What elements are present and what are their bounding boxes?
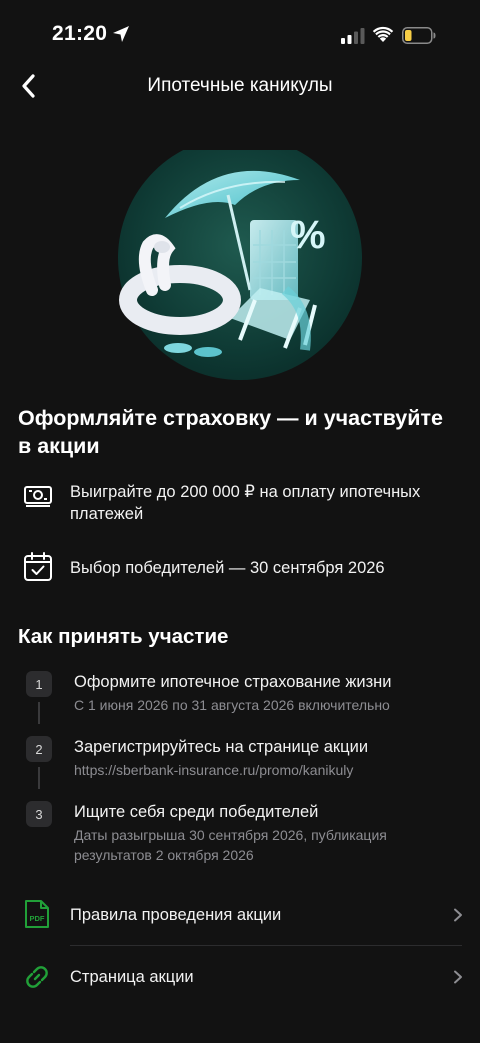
promo-headline: Оформляйте страховку — и участвуйте в ак… <box>18 406 443 458</box>
calendar-check-icon <box>24 552 52 581</box>
battery-icon <box>402 27 436 44</box>
step-title-2: Зарегистрируйтесь на странице акции <box>74 738 369 756</box>
promo-page-link-row[interactable]: Страница акции <box>0 946 480 1008</box>
location-arrow-icon <box>113 26 129 42</box>
chevron-right-icon <box>454 908 462 922</box>
link-icon <box>26 966 48 988</box>
chevron-right-icon <box>454 970 462 984</box>
step-subtitle-1: С 1 июня 2026 по 31 августа 2026 включит… <box>74 697 390 713</box>
step-number-3: 3 <box>26 801 52 827</box>
rules-link-row[interactable]: PDF Правила проведения акции <box>0 884 480 946</box>
wifi-icon <box>372 26 394 42</box>
pdf-icon-text: PDF <box>30 914 45 923</box>
hero-illustration: % <box>118 150 362 380</box>
pdf-icon: PDF <box>25 900 49 928</box>
step-title-1: Оформите ипотечное страхование жизни <box>74 673 392 691</box>
step-title-3: Ищите себя среди победителей <box>74 803 319 821</box>
benefit-prize: Выиграйте до 200 000 ₽ на оплату ипотечн… <box>22 480 420 523</box>
step-number-1: 1 <box>26 671 52 697</box>
cellular-signal-icon <box>341 28 365 44</box>
step-subtitle-3: Даты разыгрыша 30 сентября 2026, публика… <box>74 827 387 863</box>
benefit-winners-date: Выбор победителей — 30 сентября 2026 <box>22 551 385 583</box>
status-time: 21:20 <box>52 22 108 45</box>
promo-page-link-label: Страница акции <box>70 968 194 986</box>
step-connector <box>38 702 40 724</box>
svg-text:%: % <box>290 213 326 257</box>
benefit-winners-date-text: Выбор победителей — 30 сентября 2026 <box>70 559 385 577</box>
rules-link-label: Правила проведения акции <box>70 906 282 924</box>
status-bar: 21:20 <box>0 0 480 70</box>
how-to-title: Как принять участие <box>18 625 229 648</box>
page-title: Ипотечные каникулы <box>147 75 333 96</box>
banknote-icon <box>24 486 52 507</box>
step-subtitle-2: https://sberbank-insurance.ru/promo/kani… <box>74 762 354 778</box>
benefit-prize-text: Выиграйте до 200 000 ₽ на оплату ипотечн… <box>70 483 421 523</box>
step-number-2: 2 <box>26 736 52 762</box>
step-connector <box>38 767 40 789</box>
